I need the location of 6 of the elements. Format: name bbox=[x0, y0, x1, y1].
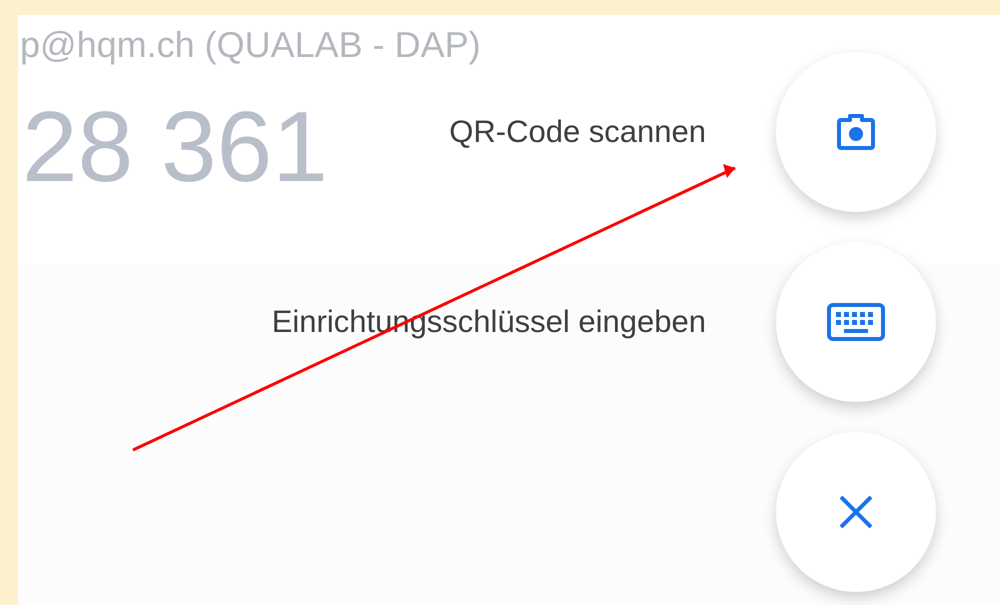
account-label: p@hqm.ch (QUALAB - DAP) bbox=[19, 23, 481, 66]
keyboard-icon bbox=[827, 303, 885, 341]
close-icon bbox=[838, 494, 874, 530]
action-label[interactable]: QR-Code scannen bbox=[449, 108, 706, 156]
verification-code: 28 361 bbox=[21, 92, 328, 202]
camera-icon bbox=[837, 114, 875, 150]
